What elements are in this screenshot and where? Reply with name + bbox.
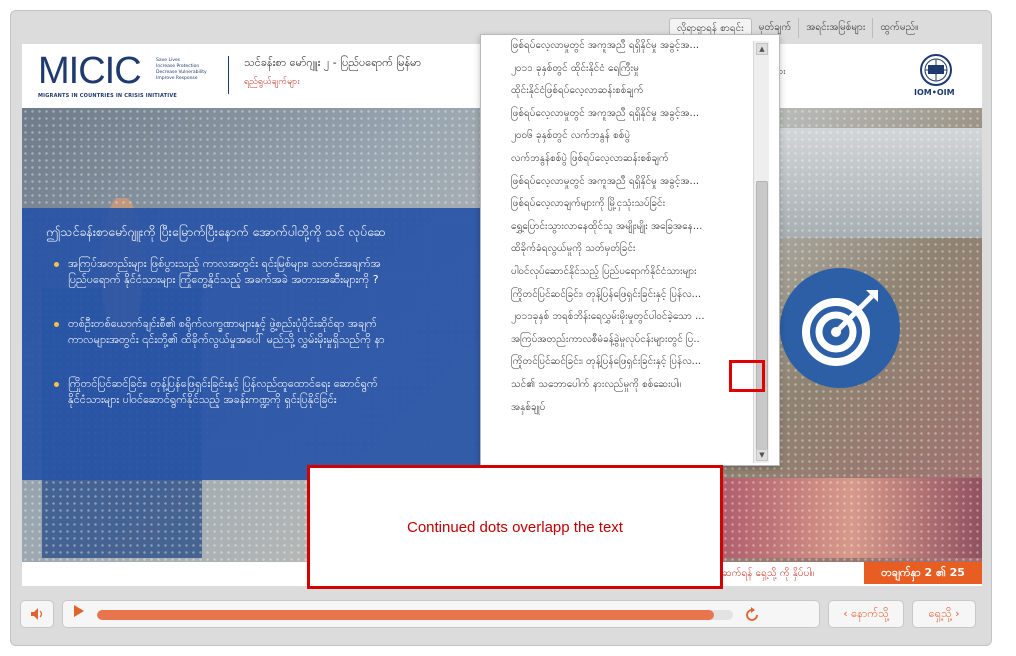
prev-button[interactable]: ‹ နောက်သို့ <box>828 600 904 628</box>
outline-item[interactable]: ဖြစ်ရပ်လေ့လာမှုတွင် အကူအညီ ရရှိနိုင်မှု … <box>481 103 751 126</box>
objective-item: ကြိုတင်ပြင်ဆင်ခြင်း၊ တုန့်ပြန်ဖြေရှင်းခြ… <box>50 376 480 408</box>
outline-item[interactable]: ထိုင်းနိုင်ငံဖြစ်ရပ်လေ့လာဆန်းစစ်ချက် <box>481 80 751 103</box>
progress-bar[interactable] <box>97 610 733 620</box>
volume-button[interactable] <box>20 600 54 628</box>
progress-fill <box>97 610 714 620</box>
scrollbar-thumb[interactable] <box>756 181 768 451</box>
course-title: သင်ခန်းစာ မော်ဂျူး ၂ - ပြည်ပရောက် မြန်မာ <box>244 56 421 69</box>
scroll-down-icon[interactable]: ▼ <box>756 449 768 461</box>
objectives-panel: ဤသင်ခန်းစာမော်ဂျူးကို ပြီးမြောက်ပြီးနောက… <box>22 208 482 480</box>
logo-taglines: Save Lives Increase Protection Decrease … <box>156 58 207 81</box>
callout-text: Continued dots overlapp the text <box>407 518 623 536</box>
play-button[interactable] <box>67 604 91 624</box>
outline-item[interactable]: အကြပ်အတည်းကာလစီမံခန့်ခွဲမှုလုပ်ငန်းများတ… <box>481 329 751 352</box>
outline-item[interactable]: ၂၀၁၁ ခုနှစ်တွင် ထိုင်းနိုင်ငံ ရေကြီးမှု <box>481 58 751 81</box>
header-divider <box>228 56 229 94</box>
outline-item[interactable]: ရွှေ့ပြောင်းသွားလာနေထိုင်သူ အမျိုးမျိုး … <box>481 216 751 239</box>
continue-hint: ဆက်ရန် ရှေ့သို့ ကို နှိပ်ပါ။ <box>722 568 815 579</box>
logo-subtitle: MIGRANTS IN COUNTRIES IN CRISIS INITIATI… <box>38 93 178 99</box>
play-icon <box>74 605 84 617</box>
tab-exit[interactable]: ထွက်မည်။ <box>873 18 925 38</box>
iom-label: IOM•OIM <box>914 88 955 97</box>
outline-item[interactable]: ဖြစ်ရပ်လေ့လာချက်များကို မြို့ငှသုံးသပ်ခြ… <box>481 193 751 216</box>
outline-item[interactable]: ပါဝင်လုပ်ဆောင်နိုင်သည့် ပြည်ပရောက်နိုင်င… <box>481 261 751 284</box>
outline-item[interactable]: လက်ဘနွန်စစ်ပွဲ ဖြစ်ရပ်လေ့လာဆန်းစစ်ချက် <box>481 148 751 171</box>
slide-counter: တချက်နှာ 2 ၏ 25 <box>864 562 982 584</box>
tab-resources[interactable]: အရင်းအမြစ်များ <box>799 18 874 38</box>
outline-item[interactable]: သင်၏ သဘောပေါက် နားလည်မှုကို စစ်ဆေးပါ။ <box>481 374 751 397</box>
outline-item[interactable]: ၂၀၀၆ ခုနှစ်တွင် လက်ဘနွန် စစ်ပွဲ <box>481 125 751 148</box>
annotation-callout: Continued dots overlapp the text <box>307 465 723 589</box>
speaker-icon <box>31 608 43 620</box>
replay-icon[interactable] <box>743 606 761 624</box>
course-subtitle: ရည်ရွယ်ချက်များ <box>244 77 300 87</box>
player-controls: ‹ နောက်သို့ ရှေ့သို့ › <box>20 600 982 630</box>
outline-item[interactable]: အနှစ်ချုပ် <box>481 397 751 420</box>
outline-item[interactable]: ကြိုတင်ပြင်ဆင်ခြင်း၊ တုန့်ပြန်ဖြေရှင်းခြ… <box>481 284 751 307</box>
outline-item[interactable]: ဖြစ်ရပ်လေ့လာမှုတွင် အကူအညီ ရရှိနိုင်မှု … <box>481 35 751 58</box>
ellipsis-highlight-box <box>729 360 765 392</box>
next-button[interactable]: ရှေ့သို့ › <box>912 600 976 628</box>
outline-item[interactable]: ကြိုတင်ပြင်ဆင်ခြင်း၊ တုန့်ပြန်ဖြေရှင်းခြ… <box>481 351 751 374</box>
objective-item: တစ်ဦးတစ်ယောက်ချင်းစီ၏ စရိုက်လက္ခဏာများနှ… <box>50 316 480 348</box>
outline-item[interactable]: ဖြစ်ရပ်လေ့လာမှုတွင် အကူအညီ ရရှိနိုင်မှု … <box>481 171 751 194</box>
iom-logo-icon: IOM•OIM <box>910 50 962 102</box>
outline-item[interactable]: ထိခိုက်ခံရလွယ်မှုကို သတ်မှတ်ခြင်း <box>481 238 751 261</box>
micic-logo: MICIC Save Lives Increase Protection Dec… <box>38 52 218 100</box>
seekbar-container <box>62 600 820 628</box>
menu-scrollbar[interactable]: ▲ ▼ <box>753 41 769 463</box>
outline-menu: ဖြစ်ရပ်လေ့လာမှုတွင် အကူအညီ ရရှိနိုင်မှု … <box>480 34 780 466</box>
scroll-up-icon[interactable]: ▲ <box>756 43 768 55</box>
target-icon <box>780 268 900 388</box>
outline-list: ဖြစ်ရပ်လေ့လာမှုတွင် အကူအညီ ရရှိနိုင်မှု … <box>481 35 751 419</box>
outline-item[interactable]: ၂၀၁၁ခုနှစ် ဘရစ်ဘိန်းရေလွှမ်းမိုးမှုတွင်ပ… <box>481 306 751 329</box>
objective-item: အကြပ်အတည်းများ ဖြစ်ပွားသည့် ကာလအတွင်း ရင… <box>50 256 480 288</box>
objectives-intro: ဤသင်ခန်းစာမော်ဂျူးကို ပြီးမြောက်ပြီးနောက… <box>46 224 386 239</box>
